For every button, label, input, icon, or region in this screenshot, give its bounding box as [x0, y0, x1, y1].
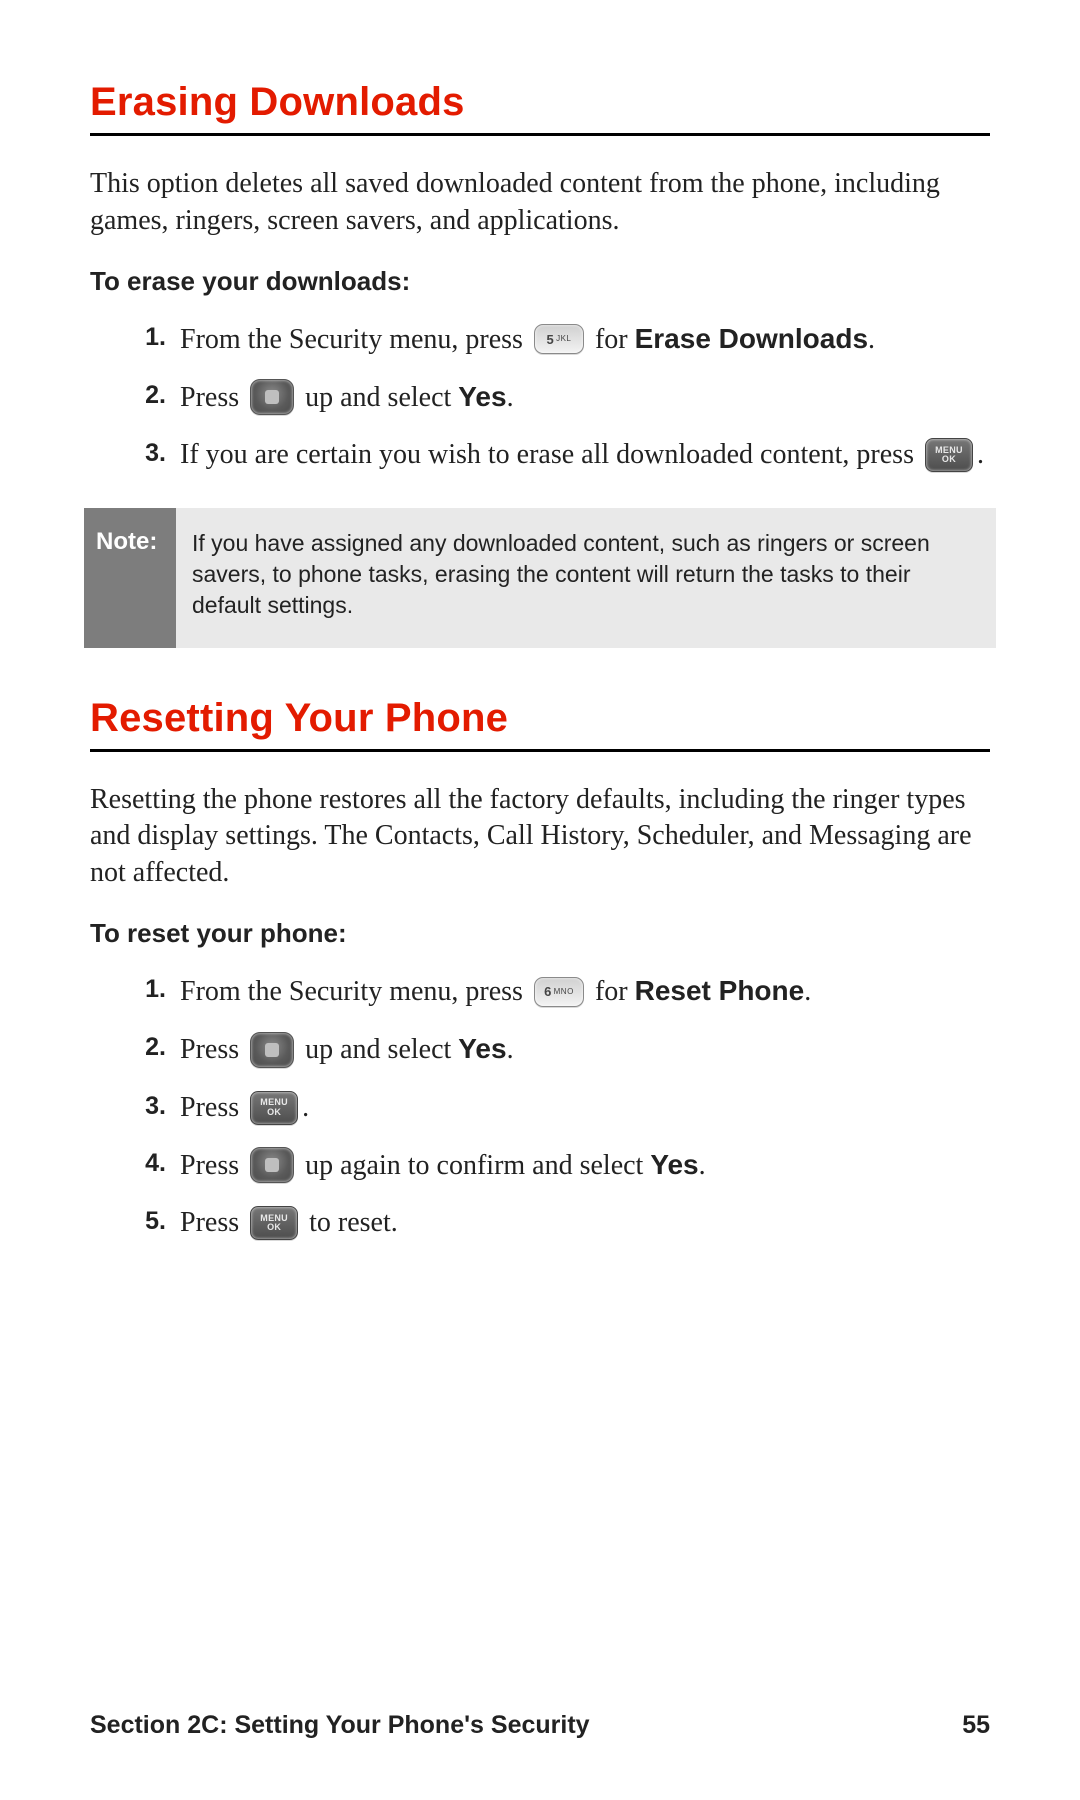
step-number: 4.: [128, 1147, 180, 1180]
step-number: 1.: [128, 321, 180, 354]
bold-term: Yes: [458, 1033, 506, 1064]
page-footer: Section 2C: Setting Your Phone's Securit…: [90, 1711, 990, 1740]
lead-in: To reset your phone:: [90, 918, 990, 949]
menu-ok-key-icon: MENUOK: [250, 1091, 298, 1125]
footer-section-label: Section 2C: Setting Your Phone's Securit…: [90, 1711, 590, 1740]
step-item: 3.If you are certain you wish to erase a…: [90, 437, 990, 474]
bold-term: Erase Downloads: [635, 323, 868, 354]
step-text: Press up and select Yes.: [180, 1031, 990, 1070]
note-box: Note: If you have assigned any downloade…: [84, 508, 996, 647]
step-text: Press up and select Yes.: [180, 379, 990, 418]
step-text: From the Security menu, press 6MNO for R…: [180, 973, 990, 1011]
step-list: 1.From the Security menu, press 6MNO for…: [90, 973, 990, 1242]
step-number: 5.: [128, 1205, 180, 1238]
five-key-icon: 5JKL: [534, 324, 584, 354]
rule: [90, 133, 990, 136]
page-number: 55: [962, 1711, 990, 1740]
step-text: Press MENUOK to reset.: [180, 1205, 990, 1242]
nav-key-icon: [250, 1032, 294, 1068]
bold-term: Reset Phone: [635, 975, 805, 1006]
step-text: Press MENUOK.: [180, 1090, 990, 1127]
step-item: 2.Press up and select Yes.: [90, 379, 990, 418]
heading-erasing-downloads: Erasing Downloads: [90, 80, 990, 125]
intro-paragraph: Resetting the phone restores all the fac…: [90, 782, 990, 893]
step-number: 1.: [128, 973, 180, 1006]
nav-key-icon: [250, 1147, 294, 1183]
menu-ok-key-icon: MENUOK: [925, 438, 973, 472]
manual-page: Erasing Downloads This option deletes al…: [0, 0, 1080, 1800]
step-item: 3.Press MENUOK.: [90, 1090, 990, 1127]
step-text: From the Security menu, press 5JKL for E…: [180, 321, 990, 359]
lead-in: To erase your downloads:: [90, 266, 990, 297]
intro-paragraph: This option deletes all saved downloaded…: [90, 166, 990, 240]
note-text: If you have assigned any downloaded cont…: [176, 508, 996, 647]
heading-resetting-phone: Resetting Your Phone: [90, 696, 990, 741]
step-number: 2.: [128, 379, 180, 412]
bold-term: Yes: [458, 381, 506, 412]
step-number: 3.: [128, 1090, 180, 1123]
nav-key-icon: [250, 379, 294, 415]
step-item: 5.Press MENUOK to reset.: [90, 1205, 990, 1242]
note-label: Note:: [84, 508, 176, 647]
step-list: 1.From the Security menu, press 5JKL for…: [90, 321, 990, 474]
step-text: If you are certain you wish to erase all…: [180, 437, 990, 474]
bold-term: Yes: [650, 1149, 698, 1180]
step-item: 1.From the Security menu, press 5JKL for…: [90, 321, 990, 359]
step-item: 1.From the Security menu, press 6MNO for…: [90, 973, 990, 1011]
step-number: 3.: [128, 437, 180, 470]
rule: [90, 749, 990, 752]
menu-ok-key-icon: MENUOK: [250, 1206, 298, 1240]
step-text: Press up again to confirm and select Yes…: [180, 1147, 990, 1186]
step-number: 2.: [128, 1031, 180, 1064]
step-item: 2.Press up and select Yes.: [90, 1031, 990, 1070]
six-key-icon: 6MNO: [534, 977, 584, 1007]
step-item: 4.Press up again to confirm and select Y…: [90, 1147, 990, 1186]
